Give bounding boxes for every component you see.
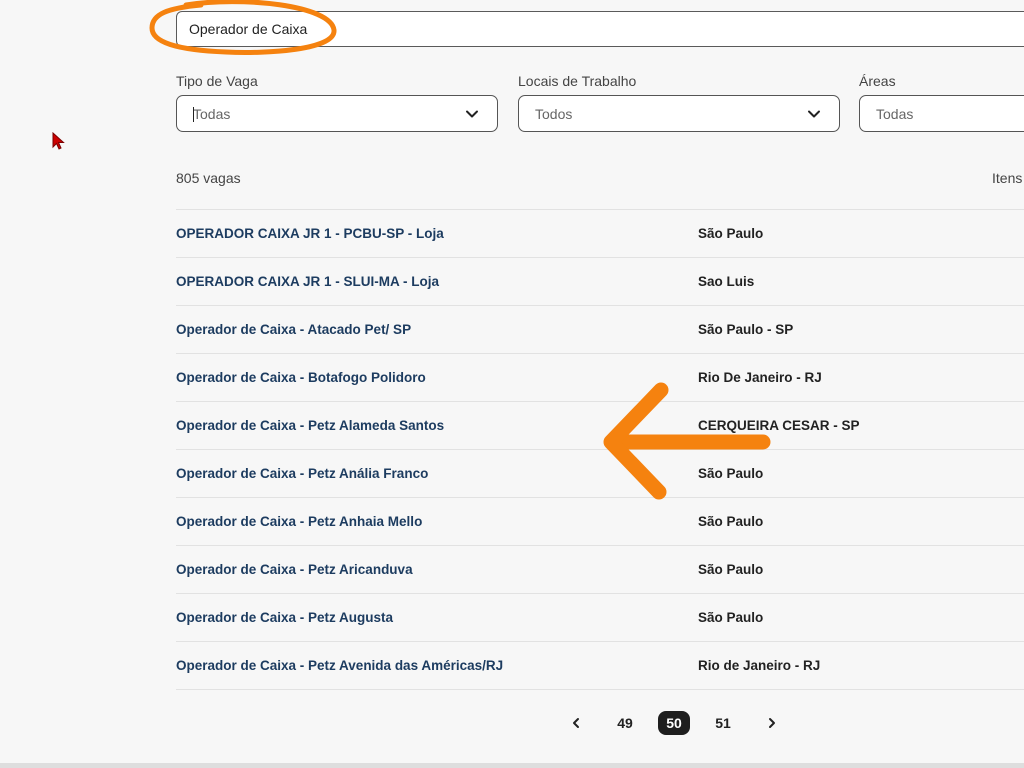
table-row[interactable]: Operador de Caixa - Petz Alameda Santos … [176, 401, 1024, 449]
table-row[interactable]: Operador de Caixa - Petz Aricanduva São … [176, 545, 1024, 593]
results-count: 805 vagas [176, 170, 241, 186]
mouse-cursor-icon [52, 132, 65, 150]
tipo-de-vaga-select[interactable]: Todas [176, 95, 498, 132]
job-location: São Paulo [698, 562, 764, 577]
pagination-prev-button[interactable] [560, 711, 592, 735]
job-location: São Paulo - SP [698, 322, 794, 337]
job-title-link[interactable]: Operador de Caixa - Petz Avenida das Amé… [176, 658, 698, 673]
pagination-next-button[interactable] [756, 711, 788, 735]
job-title-link[interactable]: Operador de Caixa - Botafogo Polidoro [176, 370, 698, 385]
job-title-link[interactable]: Operador de Caixa - Petz Anhaia Mello [176, 514, 698, 529]
page: Tipo de Vaga Locais de Trabalho Áreas To… [0, 0, 1024, 768]
job-title-link[interactable]: Operador de Caixa - Petz Augusta [176, 610, 698, 625]
pagination: 49 50 51 [560, 710, 805, 736]
chevron-left-icon [573, 718, 579, 728]
job-location: São Paulo [698, 466, 764, 481]
job-title-link[interactable]: OPERADOR CAIXA JR 1 - PCBU-SP - Loja [176, 226, 698, 241]
job-title-link[interactable]: Operador de Caixa - Petz Alameda Santos [176, 418, 698, 433]
job-title-link[interactable]: Operador de Caixa - Petz Anália Franco [176, 466, 698, 481]
job-location: São Paulo [698, 226, 764, 241]
table-row[interactable]: Operador de Caixa - Botafogo Polidoro Ri… [176, 353, 1024, 401]
table-row[interactable]: Operador de Caixa - Petz Avenida das Amé… [176, 641, 1024, 690]
areas-selected-value: Todas [876, 105, 914, 122]
table-row[interactable]: Operador de Caixa - Atacado Pet/ SP São … [176, 305, 1024, 353]
table-row[interactable]: Operador de Caixa - Petz Augusta São Pau… [176, 593, 1024, 641]
page-button-51[interactable]: 51 [707, 711, 739, 735]
jobs-table: OPERADOR CAIXA JR 1 - PCBU-SP - Loja São… [176, 209, 1024, 690]
job-title-link[interactable]: Operador de Caixa - Atacado Pet/ SP [176, 322, 698, 337]
table-row[interactable]: OPERADOR CAIXA JR 1 - PCBU-SP - Loja São… [176, 209, 1024, 257]
page-button-49[interactable]: 49 [609, 711, 641, 735]
items-per-page-label: Itens [992, 170, 1023, 186]
chevron-down-icon [466, 110, 478, 118]
job-title-link[interactable]: Operador de Caixa - Petz Aricanduva [176, 562, 698, 577]
chevron-right-icon [769, 718, 775, 728]
job-title-link[interactable]: OPERADOR CAIXA JR 1 - SLUI-MA - Loja [176, 274, 698, 289]
table-row[interactable]: OPERADOR CAIXA JR 1 - SLUI-MA - Loja Sao… [176, 257, 1024, 305]
filter-label-locais-de-trabalho: Locais de Trabalho [518, 73, 637, 89]
job-location: Rio de Janeiro - RJ [698, 658, 821, 673]
job-location: Sao Luis [698, 274, 755, 289]
page-button-50-current[interactable]: 50 [658, 711, 690, 735]
areas-select[interactable]: Todas [859, 95, 1024, 132]
text-caret [193, 107, 194, 122]
table-row[interactable]: Operador de Caixa - Petz Anália Franco S… [176, 449, 1024, 497]
job-location: CERQUEIRA CESAR - SP [698, 418, 860, 433]
search-field[interactable] [176, 11, 1024, 47]
locais-de-trabalho-select[interactable]: Todos [518, 95, 840, 132]
locais-de-trabalho-selected-value: Todos [535, 105, 573, 122]
tipo-de-vaga-selected-value: Todas [193, 105, 231, 122]
search-input[interactable] [187, 20, 1024, 38]
bottom-divider [0, 763, 1024, 768]
job-location: São Paulo [698, 514, 764, 529]
filter-label-areas: Áreas [859, 73, 896, 89]
table-row[interactable]: Operador de Caixa - Petz Anhaia Mello Sã… [176, 497, 1024, 545]
job-location: São Paulo [698, 610, 764, 625]
filter-label-tipo-de-vaga: Tipo de Vaga [176, 73, 258, 89]
job-location: Rio De Janeiro - RJ [698, 370, 822, 385]
chevron-down-icon [808, 110, 820, 118]
